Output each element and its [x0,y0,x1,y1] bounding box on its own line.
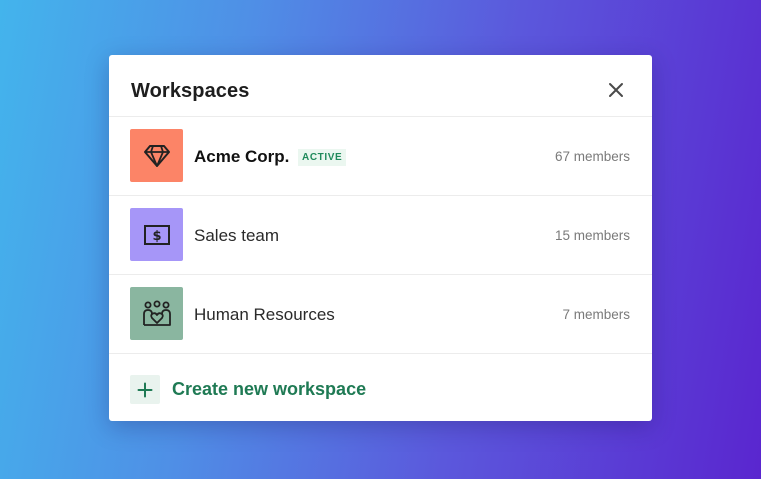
workspace-item-human-resources[interactable]: Human Resources 7 members [109,275,652,354]
plus-tile [130,375,160,404]
workspace-avatar: $ [130,208,183,261]
people-heart-icon [142,300,171,326]
close-icon [609,83,623,97]
workspace-name: Acme Corp. [194,147,290,166]
workspace-avatar [130,287,183,340]
workspace-name: Sales team [194,226,280,245]
svg-text:$: $ [152,229,161,244]
create-workspace-label: Create new workspace [172,379,367,399]
workspace-name: Human Resources [194,305,335,324]
member-count: 7 members [562,307,630,322]
create-workspace-button[interactable]: Create new workspace [109,353,652,421]
active-badge: ACTIVE [298,149,347,166]
workspace-avatar [130,129,183,182]
workspace-item-acme-corp[interactable]: Acme Corp. ACTIVE 67 members [109,117,652,196]
member-count: 15 members [554,228,630,243]
workspace-item-sales-team[interactable]: $ Sales team 15 members [109,196,652,275]
member-count: 67 members [554,149,630,164]
dialog-header: Workspaces [109,55,652,117]
workspaces-dialog: Workspaces Acme Corp. ACTIVE 67 members … [109,55,652,421]
dollar-bill-icon: $ [143,224,170,245]
diamond-icon [143,144,170,167]
close-button[interactable] [607,81,625,99]
plus-icon [137,382,153,397]
dialog-title: Workspaces [131,80,250,102]
